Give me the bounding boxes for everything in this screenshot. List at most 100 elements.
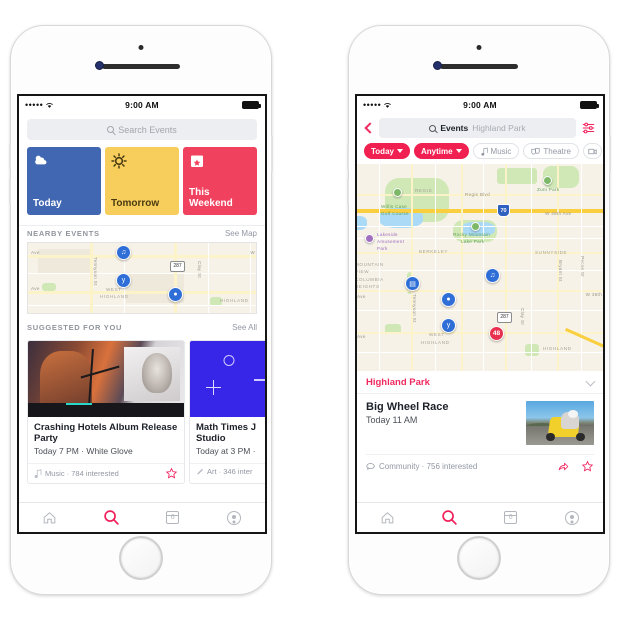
tab-profile[interactable] <box>204 510 266 525</box>
art-palette-icon <box>197 468 203 475</box>
map-road <box>411 164 414 371</box>
search-input[interactable]: Events Highland Park <box>379 118 576 138</box>
tab-search[interactable] <box>81 509 143 526</box>
map-street-label: Clay St <box>197 261 202 278</box>
event-text-block: Big Wheel Race Today 11 AM <box>366 401 518 445</box>
map-pin-selected-cluster[interactable]: 48 <box>489 326 504 341</box>
event-title: Crashing Hotels Album Release Party <box>34 422 178 444</box>
map-pin-drink[interactable]: y <box>116 273 131 288</box>
nav-bar-right: Events Highland Park <box>357 114 603 143</box>
volume-up-button[interactable] <box>9 144 11 170</box>
calendar-badge-count: 6 <box>170 514 175 521</box>
map-area-label: MOUNTAIN <box>357 262 384 267</box>
tab-events[interactable]: 6 <box>142 511 204 524</box>
event-title: Math Times J Studio <box>196 422 257 444</box>
tile-this-weekend[interactable]: This Weekend <box>183 147 257 215</box>
power-button[interactable] <box>609 136 611 172</box>
map-pin-community[interactable]: ● <box>168 287 183 302</box>
tab-search[interactable] <box>419 509 481 526</box>
map-street-label: Clay St <box>520 308 525 325</box>
chip-music[interactable]: Music <box>472 143 520 159</box>
map-pin-theatre[interactable]: ▤ <box>405 276 420 291</box>
map-street-label: W 48th Ave <box>545 211 572 216</box>
event-card-body: Crashing Hotels Album Release Party Toda… <box>28 417 184 459</box>
chip-theatre[interactable]: Theatre <box>523 143 579 159</box>
nearby-map[interactable]: Ave Ave Tennyson St Clay St WEST HIGHLAN… <box>27 242 257 314</box>
map-area-label: WEST <box>106 287 122 292</box>
location-header[interactable]: Highland Park <box>357 371 603 394</box>
event-subtitle: Today 11 AM <box>366 415 418 425</box>
map-street-label: W 38th <box>585 292 602 297</box>
event-title: Big Wheel Race <box>366 401 449 413</box>
tab-bar-right: 6 <box>357 502 603 532</box>
volume-up-button[interactable] <box>347 144 349 170</box>
star-outline-icon[interactable] <box>165 467 178 480</box>
map-area-label: REGIS <box>415 188 433 193</box>
search-query-location: Highland Park <box>472 123 526 133</box>
events-map[interactable]: REGIS BERKELEY SUNNYSIDE MOUNTAIN VIEW C… <box>357 164 603 371</box>
sliders-icon[interactable] <box>581 121 596 135</box>
map-pin-drink[interactable]: y <box>441 318 456 333</box>
back-chevron-icon[interactable] <box>364 122 376 134</box>
map-block <box>38 249 90 273</box>
event-subtitle: Today at 3 PM · <box>196 446 256 456</box>
map-road <box>174 243 177 313</box>
front-camera-icon <box>95 61 104 70</box>
chip-label: Today <box>371 146 394 156</box>
search-icon <box>104 510 119 525</box>
music-note-icon <box>34 469 42 478</box>
home-button[interactable] <box>457 536 501 580</box>
see-all-link[interactable]: See All <box>232 323 257 332</box>
star-outline-icon[interactable] <box>581 460 594 473</box>
search-icon <box>107 126 115 133</box>
share-icon[interactable] <box>557 460 570 473</box>
event-card-body: Math Times J Studio Today at 3 PM · <box>190 417 265 459</box>
photo-led-strip <box>66 403 92 405</box>
battery-icon <box>580 101 599 109</box>
event-card-2[interactable]: Math Times J Studio Today at 3 PM · Art … <box>189 340 265 484</box>
earpiece-speaker-icon <box>102 64 180 69</box>
map-pin-music[interactable]: ♫ <box>116 245 131 260</box>
volume-down-button[interactable] <box>9 178 11 204</box>
event-meta: Community · 756 interested <box>366 462 477 471</box>
tab-home[interactable] <box>19 511 81 524</box>
map-street-label: Tennyson St <box>412 294 417 323</box>
see-map-link[interactable]: See Map <box>225 229 257 238</box>
chip-anytime[interactable]: Anytime <box>413 143 469 159</box>
event-actions <box>557 460 594 473</box>
map-area-label: HIGHLAND <box>220 298 249 303</box>
chip-film[interactable] <box>583 143 602 159</box>
chip-today[interactable]: Today <box>364 143 410 159</box>
event-detail[interactable]: Big Wheel Race Today 11 AM <box>357 394 603 445</box>
battery-icon <box>242 101 261 109</box>
route-shield-287: 287 <box>170 261 185 272</box>
map-park <box>42 283 56 291</box>
power-button[interactable] <box>271 136 273 172</box>
chip-label: Music <box>490 146 512 156</box>
calendar-icon: 6 <box>504 511 518 524</box>
map-area-label: HEIGHTS <box>357 284 380 289</box>
chevron-down-icon[interactable] <box>585 376 596 386</box>
map-place-label: Rocky Mountain <box>453 232 491 237</box>
tab-events[interactable]: 6 <box>480 511 542 524</box>
map-pin-community[interactable]: ● <box>441 292 456 307</box>
map-road <box>531 164 533 371</box>
map-road <box>28 305 256 307</box>
tile-tomorrow[interactable]: Tomorrow <box>105 147 179 215</box>
chip-label: Anytime <box>420 146 453 156</box>
volume-down-button[interactable] <box>347 178 349 204</box>
location-name: Highland Park <box>366 377 430 388</box>
event-meta: Music · 784 interested <box>34 469 119 478</box>
proximity-sensor-icon <box>138 45 144 50</box>
tile-today[interactable]: Today <box>27 147 101 215</box>
map-road <box>357 290 603 293</box>
map-pin-music[interactable]: ♫ <box>485 268 500 283</box>
home-button[interactable] <box>119 536 163 580</box>
event-card-1[interactable]: Crashing Hotels Album Release Party Toda… <box>27 340 185 484</box>
map-road <box>28 255 256 258</box>
masks-icon <box>531 147 541 154</box>
search-input[interactable]: Search Events <box>27 119 257 140</box>
tab-home[interactable] <box>357 511 419 524</box>
tab-profile[interactable] <box>542 510 604 525</box>
event-meta: Art · 346 inter <box>196 467 252 476</box>
